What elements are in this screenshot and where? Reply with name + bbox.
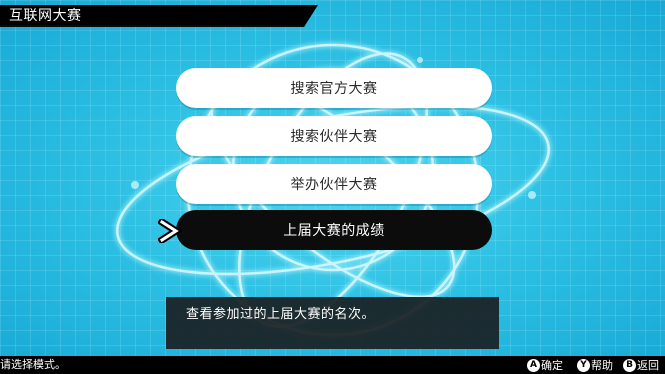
menu-option-search-official[interactable]: 搜索官方大赛 [176,68,492,108]
page-title: 互联网大赛 [9,8,82,24]
back-label: 返回 [637,359,659,372]
help-label: 帮助 [591,359,613,372]
hint-text: 请选择模式。 [0,358,66,371]
b-button-icon: B [623,358,636,372]
description-text: 查看参加过的上届大赛的名次。 [186,307,376,322]
help-control[interactable]: Y 帮助 [577,357,613,373]
y-button-icon: Y [577,358,590,372]
title-bar: 互联网大赛 [0,5,318,27]
a-button-icon: A [527,358,540,372]
back-control[interactable]: B 返回 [623,357,659,373]
confirm-label: 确定 [541,359,563,372]
background-stage: 互联网大赛 搜索官方大赛 搜索伙伴大赛 举办伙伴大赛 上届大赛的成绩 查看参加过… [0,0,665,374]
menu-option-search-friend[interactable]: 搜索伙伴大赛 [176,116,492,156]
description-box: 查看参加过的上届大赛的名次。 [166,297,499,349]
confirm-control[interactable]: A 确定 [527,357,563,373]
menu-option-host-friend[interactable]: 举办伙伴大赛 [176,164,492,204]
menu-option-previous-results[interactable]: 上届大赛的成绩 [176,210,492,250]
selection-cursor-icon [158,219,183,243]
bottom-bar: 请选择模式。 A 确定 Y 帮助 B 返回 [0,356,665,374]
